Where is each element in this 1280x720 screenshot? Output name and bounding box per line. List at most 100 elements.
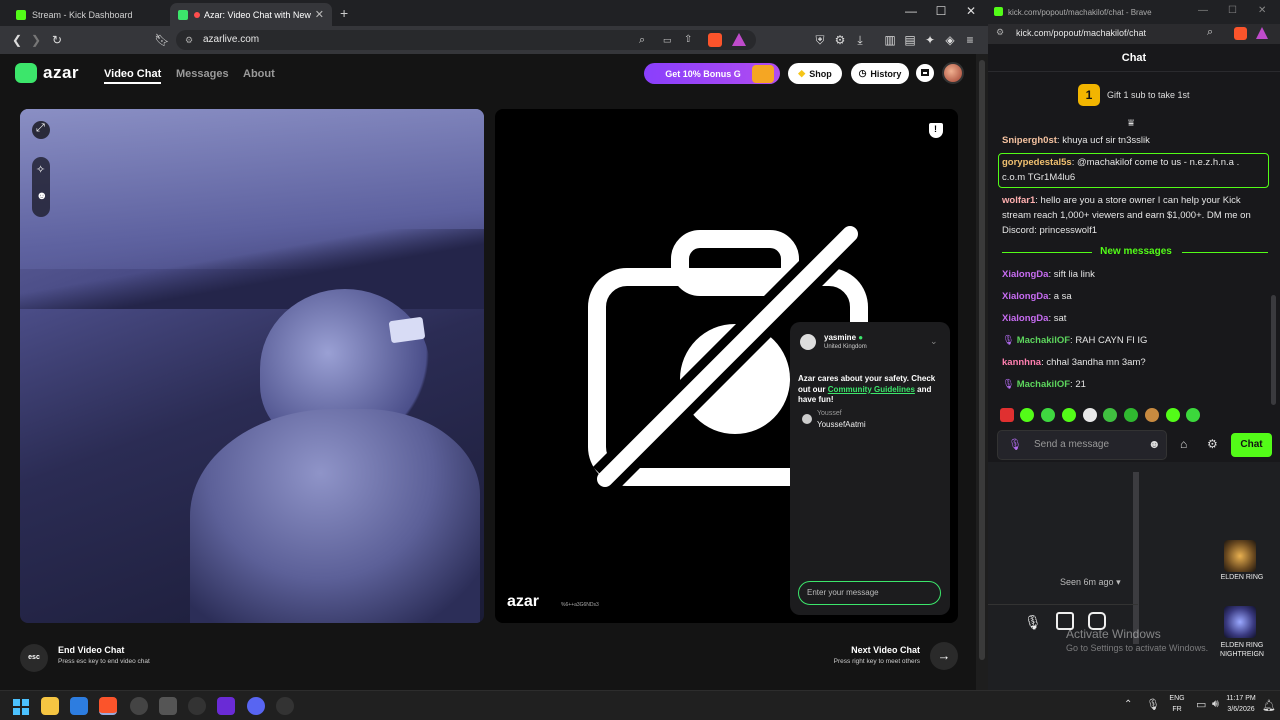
brave-shields-icon[interactable] — [1234, 27, 1247, 40]
zoom-search-icon[interactable]: ⌕ — [639, 30, 645, 50]
shop-button[interactable]: ◆ Shop — [788, 63, 842, 84]
new-messages-divider: New messages — [1100, 246, 1172, 257]
sticker-icon[interactable]: ☻ — [36, 190, 48, 202]
menu-icon[interactable]: ≡ — [962, 32, 978, 48]
brave-rewards-icon[interactable] — [1256, 27, 1268, 39]
forward-icon[interactable]: ❯ — [28, 32, 44, 48]
bonus-button[interactable]: Get 10% Bonus G — [644, 63, 780, 84]
azar-logo[interactable]: azar — [15, 63, 79, 83]
file-explorer-icon[interactable] — [41, 697, 59, 715]
discord-icon[interactable] — [247, 697, 265, 715]
brave-rewards-icon[interactable] — [732, 33, 746, 46]
chat-send-button[interactable]: Chat — [1231, 433, 1272, 457]
vpn-shield-icon[interactable]: ◈ — [942, 32, 958, 48]
elden-ring-nightreign-icon[interactable] — [1224, 606, 1256, 638]
esc-key-badge[interactable]: esc — [20, 644, 48, 672]
pinned-expand-icon[interactable]: ⩸ — [1128, 118, 1134, 129]
nav-video-chat[interactable]: Video Chat — [104, 68, 162, 84]
collapse-chevron-icon[interactable]: ⌄ — [930, 336, 938, 347]
brave-browser-icon[interactable] — [99, 697, 117, 715]
maximize-button[interactable]: ☐ — [1228, 5, 1237, 16]
site-settings-icon[interactable]: ⚙ — [996, 27, 1004, 38]
emote-icon[interactable] — [1145, 408, 1159, 422]
ghub-icon[interactable] — [188, 697, 206, 715]
mic-icon[interactable]: 🎙︎ — [1024, 614, 1042, 631]
sidebar-icon[interactable]: ▥ — [882, 32, 898, 48]
language-top[interactable]: ENG — [1166, 695, 1188, 702]
profile-avatar[interactable] — [942, 62, 964, 84]
store-icon[interactable] — [70, 697, 88, 715]
address-bar[interactable]: ⚙ azarlive.com ⌕ ▭ ⇧ — [176, 30, 756, 50]
next-app-icon[interactable] — [217, 697, 235, 715]
history-button[interactable]: ◷ History — [851, 63, 909, 84]
community-guidelines-link[interactable]: Community Guidelines — [828, 385, 915, 394]
emote-icon[interactable] — [1186, 408, 1200, 422]
kick-address-bar[interactable]: ⚙ kick.com/popout/machakilof/chat ⌕ — [988, 24, 1280, 44]
windows-start-icon[interactable] — [13, 699, 29, 715]
cast-icon[interactable]: ▭ — [663, 30, 672, 50]
activate-windows-subtitle: Go to Settings to activate Windows. — [1066, 643, 1209, 653]
emote-icon[interactable] — [1083, 408, 1097, 422]
gift-leaderboard-badge[interactable]: 1 — [1078, 84, 1100, 106]
settings-icon[interactable]: ⚙ — [1207, 437, 1218, 451]
tab-kick-dashboard[interactable]: Stream - Kick Dashboard — [8, 3, 168, 26]
expand-icon[interactable]: ⤢ — [32, 121, 50, 139]
activate-windows-title: Activate Windows — [1066, 627, 1161, 641]
magic-wand-icon[interactable]: ✧ — [36, 163, 45, 176]
emote-icon[interactable] — [1103, 408, 1117, 422]
ghub-alt-icon[interactable] — [276, 697, 294, 715]
back-icon[interactable]: ❮ — [9, 32, 25, 48]
partner-avatar — [800, 334, 816, 350]
language-bottom[interactable]: FR — [1166, 706, 1188, 713]
new-tab-button[interactable]: + — [340, 5, 348, 21]
chat-scrollbar[interactable] — [1271, 295, 1276, 405]
minimize-button[interactable]: — — [896, 4, 926, 18]
reload-icon[interactable]: ↻ — [49, 32, 65, 48]
close-window-button[interactable]: ✕ — [956, 4, 986, 18]
emote-icon[interactable] — [1166, 408, 1180, 422]
network-icon[interactable]: ▭ — [1196, 698, 1206, 711]
zoom-search-icon[interactable]: ⌕ — [1207, 26, 1213, 39]
elden-ring-icon[interactable] — [1224, 540, 1256, 572]
report-shield-icon[interactable]: ! — [929, 123, 943, 138]
minimize-button[interactable]: — — [1198, 5, 1208, 16]
maximize-button[interactable]: ☐ — [926, 4, 956, 18]
downloads-icon[interactable]: ⤓ — [852, 32, 868, 48]
emote-icon[interactable] — [1062, 408, 1076, 422]
tray-mic-icon[interactable]: 🎙︎ — [1146, 698, 1160, 711]
tray-overflow-icon[interactable]: ⌃ — [1124, 699, 1132, 710]
next-arrow-icon[interactable]: → — [930, 642, 958, 670]
emote-icon[interactable] — [1124, 408, 1138, 422]
store-icon[interactable]: ⌂ — [1180, 437, 1187, 451]
tab-azar[interactable]: Azar: Video Chat with New Pe ✕ — [170, 3, 332, 26]
wallet-icon[interactable]: ▤ — [902, 32, 918, 48]
emoji-picker-icon[interactable]: ☻ — [1148, 437, 1161, 451]
bookmark-icon[interactable]: 🔖︎ — [154, 32, 170, 48]
close-window-button[interactable]: ✕ — [1258, 5, 1266, 16]
end-video-chat-button[interactable]: End Video Chat — [58, 645, 124, 655]
brave-shields-icon[interactable] — [708, 33, 722, 47]
emote-icon[interactable] — [1041, 408, 1055, 422]
nav-about[interactable]: About — [243, 68, 275, 80]
chat-message-input[interactable]: Enter your message — [798, 581, 941, 605]
emote-icon[interactable] — [1020, 408, 1034, 422]
leo-ai-icon[interactable]: ✦ — [922, 32, 938, 48]
emote-icon[interactable] — [1000, 408, 1014, 422]
notifications-icon[interactable]: 🔔︎ — [1262, 699, 1276, 712]
vpn-icon[interactable]: ⛨ — [812, 32, 828, 48]
volume-icon[interactable]: 🔊︎ — [1212, 698, 1219, 711]
share-icon[interactable]: ⇧ — [684, 30, 692, 50]
app-cube-icon[interactable] — [159, 697, 177, 715]
site-settings-icon[interactable]: ⚙ — [185, 30, 193, 50]
steam-icon[interactable] — [130, 697, 148, 715]
inbox-icon[interactable] — [916, 64, 934, 82]
gift-sub-prompt[interactable]: Gift 1 sub to take 1st — [1107, 90, 1190, 100]
extensions-icon[interactable]: ⚙ — [832, 32, 848, 48]
clock-date[interactable]: 3/6/2026 — [1226, 706, 1256, 713]
nav-messages[interactable]: Messages — [176, 68, 229, 80]
page-scrollbar[interactable] — [976, 54, 988, 690]
clock-time[interactable]: 11:17 PM — [1226, 695, 1256, 702]
close-tab-icon[interactable]: ✕ — [315, 8, 324, 21]
next-video-chat-button[interactable]: Next Video Chat — [820, 645, 920, 655]
send-message-input[interactable]: 🎙︎ Send a message ☻ — [997, 430, 1167, 460]
